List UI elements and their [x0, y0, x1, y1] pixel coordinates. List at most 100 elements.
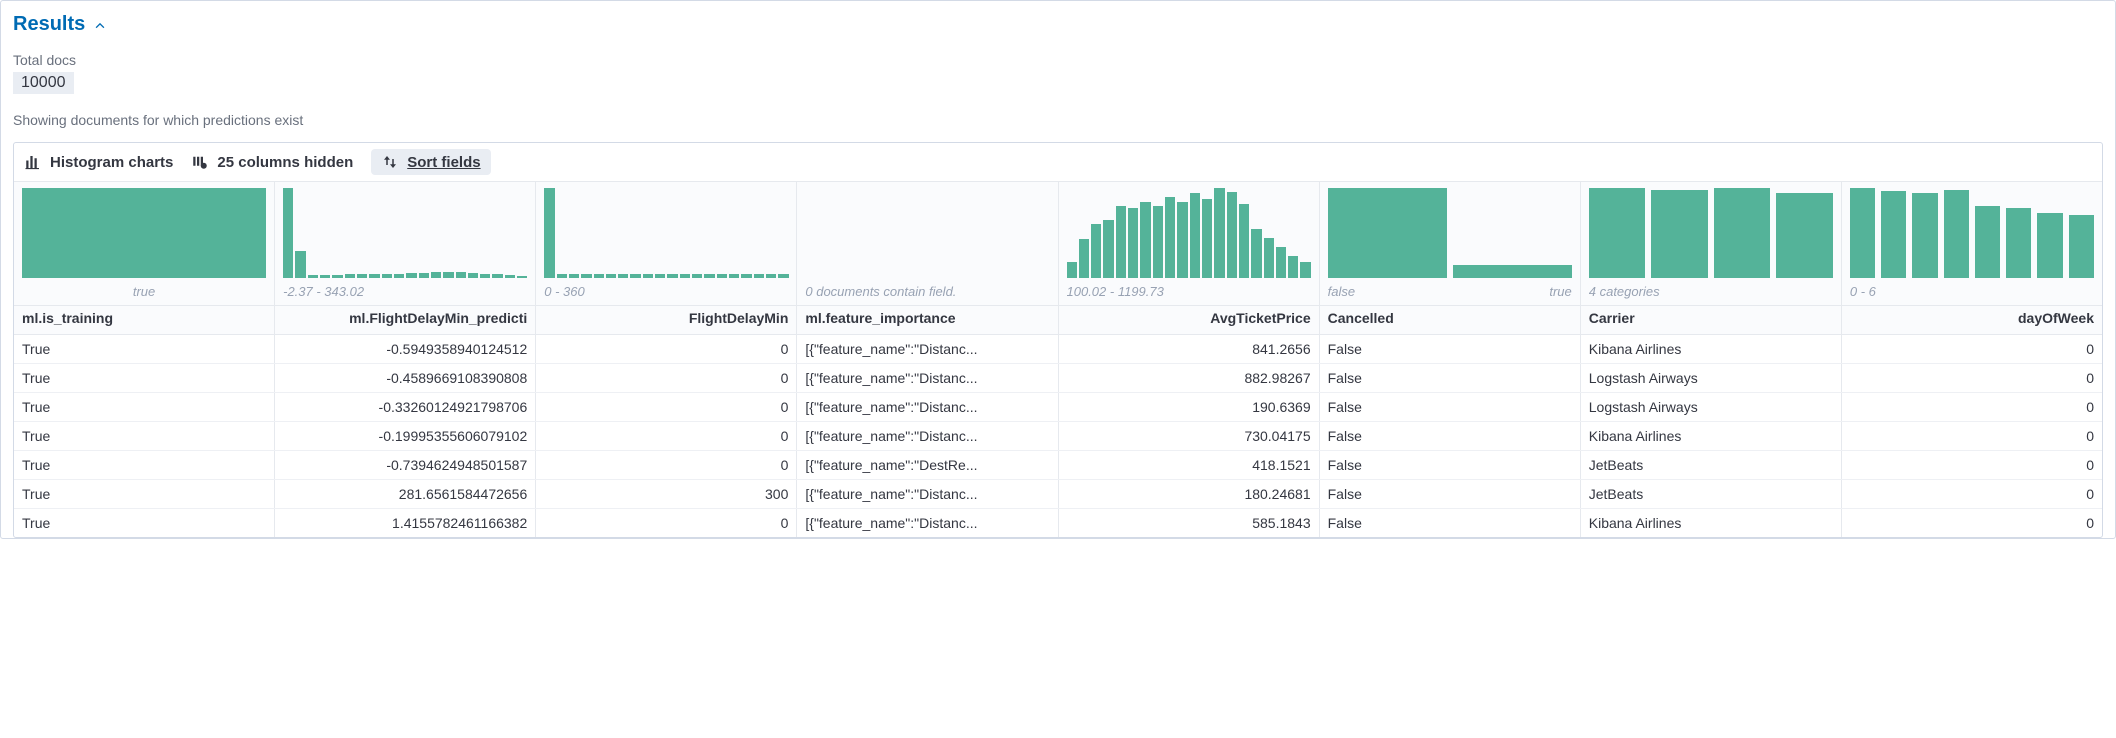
table-row[interactable]: True281.6561584472656300[{"feature_name"… [14, 480, 2102, 509]
results-panel: Results Total docs 10000 Showing documen… [0, 0, 2116, 539]
histogram-charts-button[interactable]: Histogram charts [24, 153, 173, 171]
column-header[interactable]: ml.is_training [14, 306, 275, 334]
table-cell: True [14, 335, 275, 363]
table-cell: True [14, 422, 275, 450]
table-cell: -0.5949358940124512 [275, 335, 536, 363]
table-cell: 0 [536, 364, 797, 392]
table-row[interactable]: True-0.73946249485015870[{"feature_name"… [14, 451, 2102, 480]
table-row[interactable]: True-0.45896691083908080[{"feature_name"… [14, 364, 2102, 393]
column-header[interactable]: dayOfWeek [1842, 306, 2102, 334]
histogram-bar [443, 272, 453, 278]
histogram-bar [618, 274, 628, 278]
table-cell: False [1320, 451, 1581, 479]
table-cell: [{"feature_name":"Distanc... [797, 335, 1058, 363]
histogram-bar [406, 273, 416, 278]
data-rows: True-0.59493589401245120[{"feature_name"… [14, 335, 2102, 537]
histogram-bar [704, 274, 714, 278]
histogram-bar [667, 274, 677, 278]
table-cell: Kibana Airlines [1581, 509, 1842, 537]
histogram-bar [456, 272, 466, 278]
histogram-bar [778, 274, 788, 278]
histogram-caption: 0 - 6 [1850, 284, 2094, 299]
histogram-bar [1944, 190, 1969, 278]
column-header[interactable]: Cancelled [1320, 306, 1581, 334]
column-header[interactable]: ml.feature_importance [797, 306, 1058, 334]
histogram-bar [729, 274, 739, 278]
histogram-caption: 100.02 - 1199.73 [1067, 284, 1311, 299]
sort-fields-button[interactable]: Sort fields [371, 149, 490, 175]
histogram-bar [492, 274, 502, 278]
column-header[interactable]: Carrier [1581, 306, 1842, 334]
column-histogram: 4 categories [1581, 182, 1842, 305]
histogram-bar [1214, 188, 1224, 278]
histogram-bar [680, 274, 690, 278]
histogram-bar [1116, 206, 1126, 278]
column-header-row: ml.is_trainingml.FlightDelayMin_predicti… [14, 306, 2102, 335]
histogram-bar [505, 275, 515, 278]
column-histogram: 0 - 6 [1842, 182, 2102, 305]
table-cell: 0 [536, 335, 797, 363]
table-cell: 0 [1842, 364, 2102, 392]
column-header[interactable]: ml.FlightDelayMin_predicti [275, 306, 536, 334]
table-cell: 585.1843 [1059, 509, 1320, 537]
histogram-bar [1589, 188, 1646, 278]
table-cell: Logstash Airways [1581, 393, 1842, 421]
histogram-bar [1091, 224, 1101, 278]
table-cell: -0.4589669108390808 [275, 364, 536, 392]
histogram-bar [517, 276, 527, 278]
histogram-bar [1276, 247, 1286, 279]
histogram-chart [805, 188, 1049, 278]
table-row[interactable]: True-0.332601249217987060[{"feature_name… [14, 393, 2102, 422]
table-cell: -0.33260124921798706 [275, 393, 536, 421]
chevron-up-icon [93, 18, 107, 32]
histogram-chart [283, 188, 527, 278]
column-header[interactable]: FlightDelayMin [536, 306, 797, 334]
columns-icon [191, 153, 209, 171]
histogram-bar [332, 275, 342, 278]
table-row[interactable]: True-0.199953556060791020[{"feature_name… [14, 422, 2102, 451]
histogram-bar [419, 273, 429, 278]
table-row[interactable]: True-0.59493589401245120[{"feature_name"… [14, 335, 2102, 364]
histogram-bar [1227, 192, 1237, 278]
column-header[interactable]: AvgTicketPrice [1059, 306, 1320, 334]
columns-hidden-button[interactable]: 25 columns hidden [191, 153, 353, 171]
histogram-bar [1328, 188, 1447, 278]
histogram-bar [1103, 220, 1113, 279]
results-header-toggle[interactable]: Results [13, 13, 2103, 36]
table-cell: 0 [1842, 335, 2102, 363]
histogram-caption: falsetrue [1328, 284, 1572, 299]
table-cell: 0 [1842, 393, 2102, 421]
histogram-bar [283, 188, 293, 278]
table-row[interactable]: True1.41557824611663820[{"feature_name":… [14, 509, 2102, 537]
table-cell: [{"feature_name":"Distanc... [797, 480, 1058, 508]
table-cell: 0 [1842, 480, 2102, 508]
histogram-bar [1128, 208, 1138, 278]
table-toolbar: Histogram charts 25 columns hidden Sort … [14, 143, 2102, 182]
histogram-bar [1453, 265, 1572, 279]
histogram-caption-left: false [1328, 284, 1355, 299]
column-histogram: falsetrue [1320, 182, 1581, 305]
histogram-bar [581, 274, 591, 278]
histogram-chart [1850, 188, 2094, 278]
histogram-bar [295, 251, 305, 278]
histogram-bar [1251, 229, 1261, 279]
table-cell: True [14, 451, 275, 479]
status-message: Showing documents for which predictions … [13, 112, 2103, 128]
table-cell: False [1320, 509, 1581, 537]
histogram-bar [1067, 262, 1077, 278]
histogram-bar [1239, 204, 1249, 278]
table-cell: True [14, 364, 275, 392]
table-cell: 300 [536, 480, 797, 508]
histogram-bar [692, 274, 702, 278]
histogram-charts-label: Histogram charts [50, 154, 173, 171]
column-histogram: 0 - 360 [536, 182, 797, 305]
histogram-bar [2006, 208, 2031, 278]
table-cell: [{"feature_name":"Distanc... [797, 422, 1058, 450]
results-title: Results [13, 13, 85, 36]
histogram-bar [1140, 202, 1150, 279]
table-cell: [{"feature_name":"Distanc... [797, 509, 1058, 537]
histogram-bar [1776, 193, 1833, 279]
histogram-bar [766, 274, 776, 278]
histogram-bar [320, 275, 330, 278]
sort-fields-label: Sort fields [407, 154, 480, 171]
